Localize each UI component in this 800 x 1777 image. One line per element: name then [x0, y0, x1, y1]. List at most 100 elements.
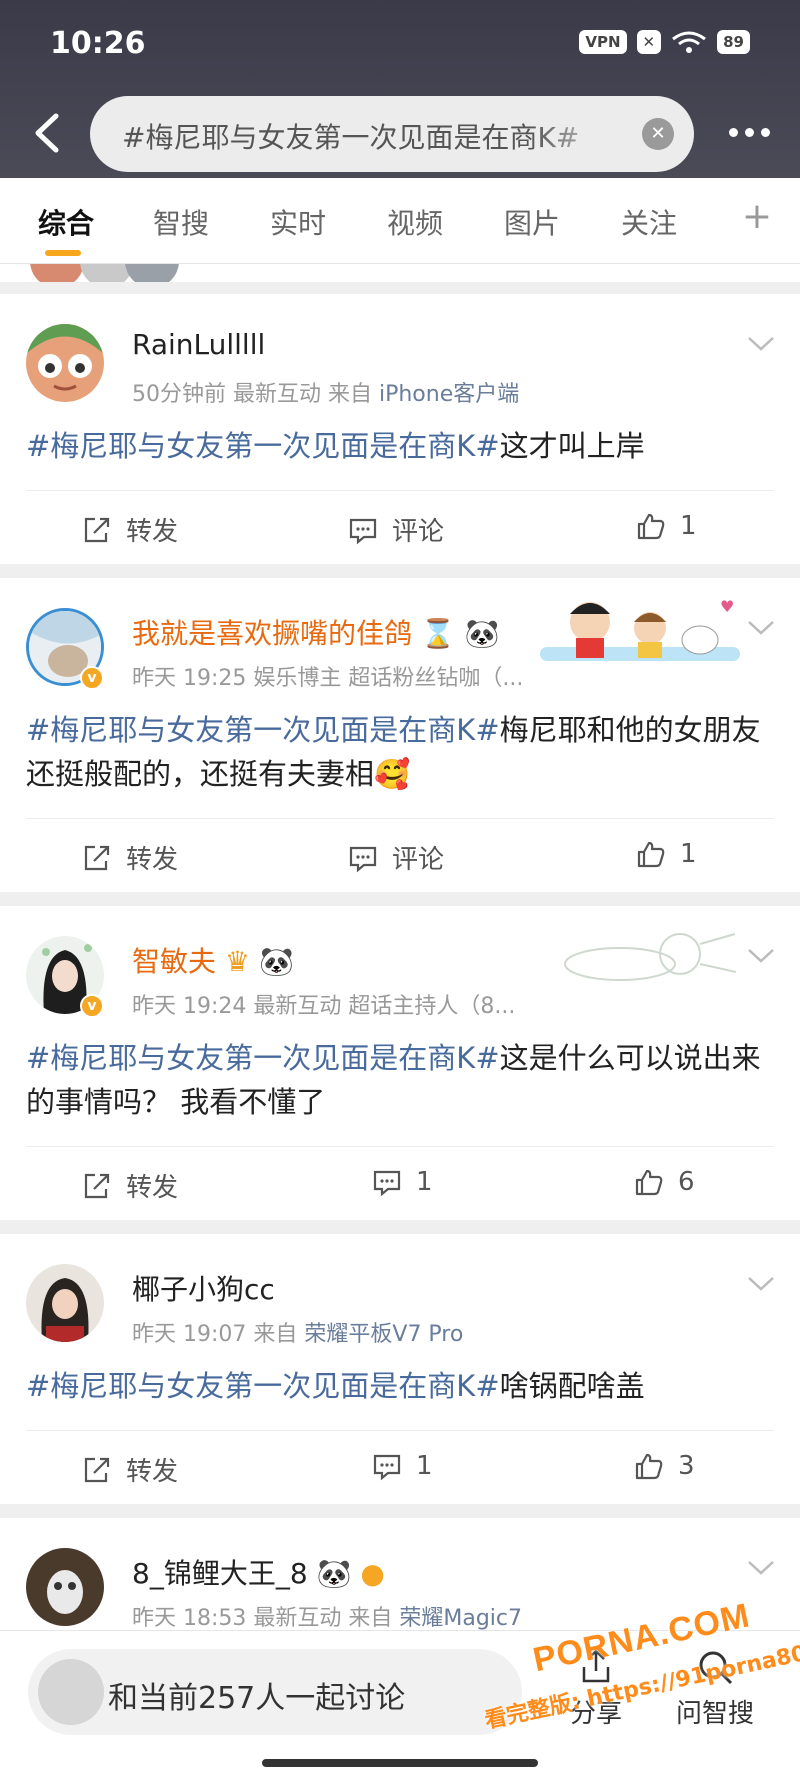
- username[interactable]: 8_锦鲤大王_8 🐼 ●: [132, 1552, 385, 1592]
- comment-button[interactable]: 1: [372, 1451, 433, 1481]
- comment-button[interactable]: 1: [372, 1167, 433, 1197]
- no-sim-icon: ✕: [636, 30, 662, 54]
- chevron-down-icon[interactable]: [746, 334, 776, 354]
- comment-icon: [373, 1454, 401, 1481]
- panda-icon: 🐼: [464, 617, 500, 650]
- post-feed: RainLulllll 50分钟前 最新互动 来自 iPhone客户端 #梅尼耶…: [0, 264, 800, 1664]
- like-count: 1: [680, 839, 697, 869]
- active-tab-indicator: [45, 250, 81, 256]
- search-row: #梅尼耶与女友第一次见面是在商K# ✕: [0, 96, 800, 172]
- topic-hashtag[interactable]: #梅尼耶与女友第一次见面是在商K#: [26, 429, 500, 463]
- username[interactable]: RainLulllll: [132, 328, 265, 361]
- like-button[interactable]: 3: [634, 1451, 695, 1481]
- post-content: #梅尼耶与女友第一次见面是在商K#这是什么可以说出来的事情吗？ 我看不懂了: [26, 1036, 776, 1124]
- tab-video[interactable]: 视频: [387, 202, 443, 242]
- tab-smart-search[interactable]: 智搜: [153, 202, 209, 242]
- username[interactable]: 智敏夫 ♛ 🐼: [132, 940, 294, 980]
- back-arrow-icon[interactable]: [28, 110, 68, 156]
- username-text: 8_锦鲤大王_8: [132, 1557, 308, 1590]
- comment-button[interactable]: 评论: [348, 839, 444, 876]
- chevron-down-icon[interactable]: [746, 618, 776, 638]
- repost-button[interactable]: 转发: [82, 1167, 178, 1204]
- top-header: 10:26 VPN ✕ 89 #梅尼耶与女友第一次见面是在商K# ✕: [0, 0, 800, 178]
- like-button[interactable]: 1: [636, 511, 697, 541]
- verified-badge-icon: v: [80, 994, 104, 1018]
- avatar: [30, 264, 84, 282]
- clear-search-icon[interactable]: ✕: [642, 118, 674, 150]
- tab-images[interactable]: 图片: [504, 202, 560, 242]
- like-count: 6: [678, 1167, 695, 1197]
- repost-label: 转发: [126, 1173, 179, 1203]
- post-actions: 转发 评论 1: [26, 490, 774, 566]
- comment-button[interactable]: 评论: [348, 511, 444, 548]
- post-meta: 昨天 19:24 最新互动 超话主持人（8...: [132, 994, 516, 1019]
- repost-icon: [84, 1173, 110, 1198]
- like-button[interactable]: 1: [636, 839, 697, 869]
- topic-hashtag[interactable]: #梅尼耶与女友第一次见面是在商K#: [26, 713, 500, 747]
- status-time: 10:26: [50, 26, 146, 61]
- post-card[interactable]: v 我就是喜欢撅嘴的佳鸽 ⌛ 🐼 ♥ 昨天 19:25 娱乐博主 超话粉丝钻咖（…: [0, 578, 800, 892]
- like-button[interactable]: 6: [634, 1167, 695, 1197]
- user-avatar: [38, 1659, 104, 1725]
- like-count: 1: [680, 511, 697, 541]
- repost-button[interactable]: 转发: [82, 839, 178, 876]
- username[interactable]: 椰子小狗cc: [132, 1268, 275, 1308]
- post-meta: 昨天 19:25 娱乐博主 超话粉丝钻咖（...: [132, 666, 524, 691]
- post-time: 昨天 19:07 来自: [132, 1322, 305, 1347]
- post-content: #梅尼耶与女友第一次见面是在商K#啥锅配啥盖: [26, 1364, 776, 1408]
- repost-button[interactable]: 转发: [82, 1451, 178, 1488]
- post-card[interactable]: 椰子小狗cc 昨天 19:07 来自 荣耀平板V7 Pro #梅尼耶与女友第一次…: [0, 1234, 800, 1504]
- post-card[interactable]: v 智敏夫 ♛ 🐼 昨天 19:24 最新互动 超话主持人（8... #梅尼耶与…: [0, 906, 800, 1220]
- repost-button[interactable]: 转发: [82, 511, 178, 548]
- avatar-image: [26, 324, 104, 402]
- svg-text:♥: ♥: [720, 597, 734, 616]
- post-text: 啥锅配啥盖: [499, 1369, 645, 1403]
- emoji-icon: 🥰: [374, 757, 411, 791]
- repost-label: 转发: [126, 845, 179, 875]
- status-icons: VPN ✕ 89: [579, 30, 750, 54]
- verified-badge-icon: v: [80, 666, 104, 690]
- avatar[interactable]: [26, 1264, 104, 1342]
- pufferfish-icon: ●: [360, 1557, 385, 1590]
- post-source[interactable]: 荣耀平板V7 Pro: [304, 1322, 463, 1347]
- topic-hashtag[interactable]: #梅尼耶与女友第一次见面是在商K#: [26, 1041, 500, 1075]
- comment-icon: [349, 846, 377, 872]
- chevron-down-icon[interactable]: [746, 1274, 776, 1294]
- repost-icon: [84, 845, 110, 870]
- discuss-input[interactable]: 和当前257人一起讨论: [28, 1649, 522, 1735]
- hourglass-icon: ⌛: [420, 617, 456, 650]
- username[interactable]: 我就是喜欢撅嘴的佳鸽 ⌛ 🐼: [132, 612, 500, 652]
- tab-following[interactable]: 关注: [621, 202, 677, 242]
- vpn-icon: VPN: [579, 30, 627, 54]
- more-options-icon[interactable]: [729, 128, 770, 137]
- comment-icon: [349, 518, 377, 544]
- tab-comprehensive[interactable]: 综合: [38, 202, 94, 242]
- discuss-prompt: 和当前257人一起讨论: [108, 1681, 406, 1716]
- crown-icon: ♛: [224, 945, 251, 978]
- sticker-decoration: [564, 933, 737, 981]
- chevron-down-icon[interactable]: [746, 946, 776, 966]
- avatar[interactable]: [26, 324, 104, 402]
- post-card[interactable]: RainLulllll 50分钟前 最新互动 来自 iPhone客户端 #梅尼耶…: [0, 294, 800, 564]
- panda-icon: 🐼: [258, 945, 294, 978]
- comment-label: 评论: [392, 845, 445, 875]
- post-actions: 转发 评论 1: [26, 818, 774, 894]
- search-tabs: 综合 智搜 实时 视频 图片 关注 +: [0, 178, 800, 264]
- topic-hashtag[interactable]: #梅尼耶与女友第一次见面是在商K#: [26, 1369, 500, 1403]
- post-time: 昨天 18:53 最新互动 来自: [132, 1606, 400, 1631]
- add-tab-icon[interactable]: +: [742, 196, 772, 237]
- comment-icon: [373, 1170, 401, 1197]
- like-count: 3: [678, 1451, 695, 1481]
- post-source[interactable]: iPhone客户端: [379, 382, 519, 407]
- post-source[interactable]: 荣耀Magic7: [399, 1606, 522, 1631]
- chevron-down-icon[interactable]: [746, 1558, 776, 1578]
- previous-post-partial: [0, 264, 800, 294]
- comment-count: 1: [416, 1167, 433, 1197]
- avatar[interactable]: [26, 1548, 104, 1626]
- cartoon-sticker-decoration: ♥: [540, 597, 740, 661]
- wifi-icon: [672, 31, 707, 53]
- comment-count: 1: [416, 1451, 433, 1481]
- tab-realtime[interactable]: 实时: [270, 202, 326, 242]
- search-input[interactable]: #梅尼耶与女友第一次见面是在商K# ✕: [90, 96, 694, 172]
- repost-icon: [84, 517, 110, 542]
